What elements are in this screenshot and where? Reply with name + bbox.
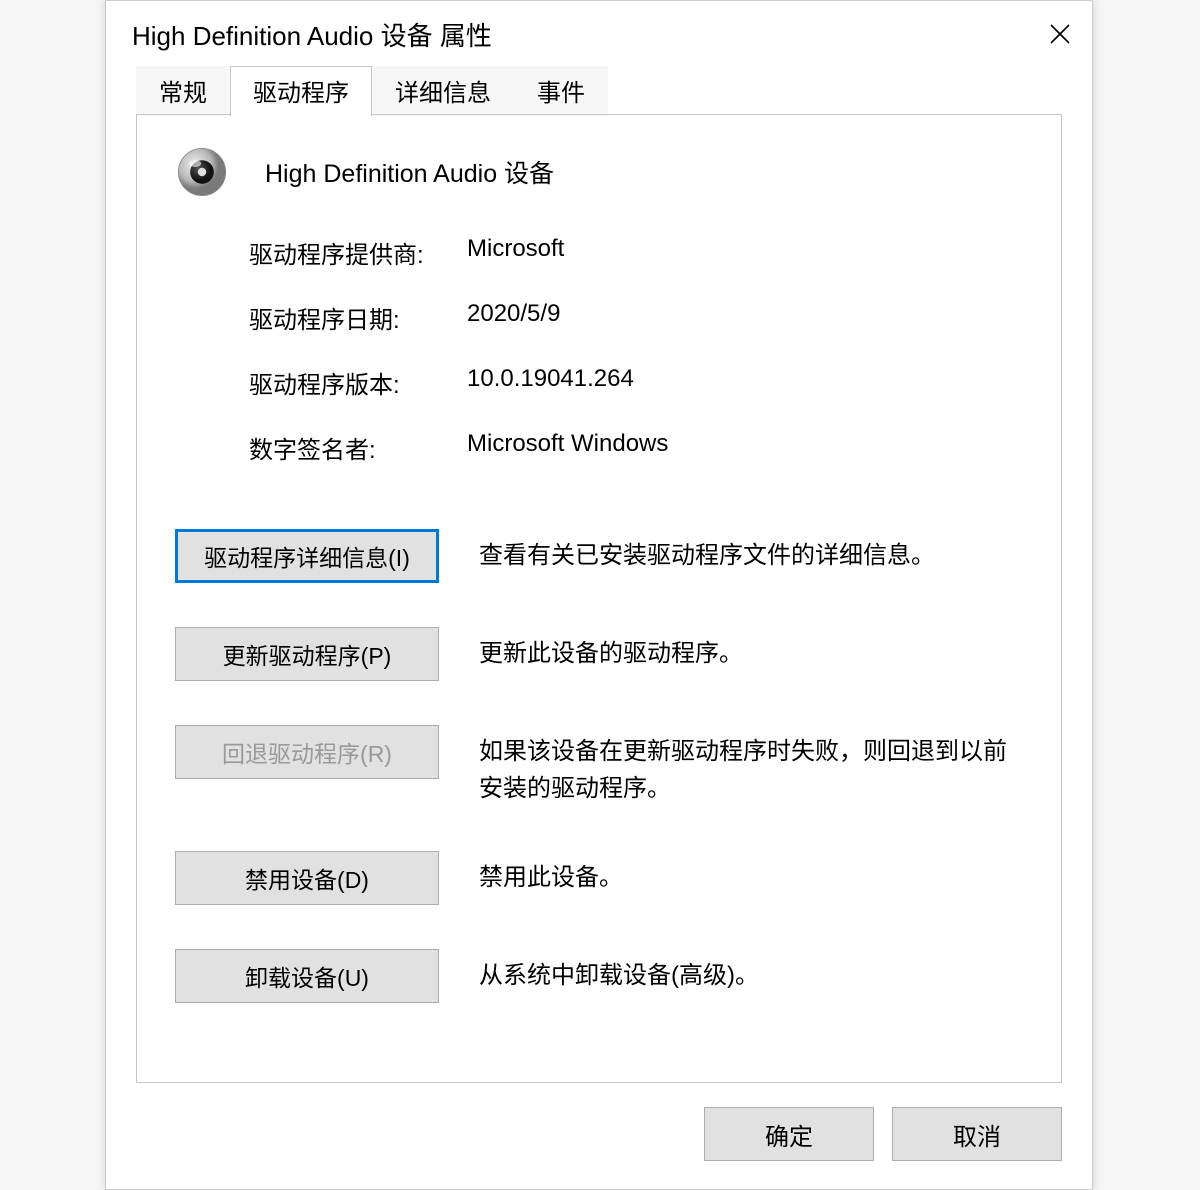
properties-dialog: High Definition Audio 设备 属性 常规 驱动程序 详细信息…: [105, 0, 1093, 1190]
version-label: 驱动程序版本:: [249, 365, 467, 400]
rollback-driver-desc: 如果该设备在更新驱动程序时失败，则回退到以前安装的驱动程序。: [479, 725, 1027, 807]
date-value: 2020/5/9: [467, 300, 1027, 335]
tab-content: High Definition Audio 设备 驱动程序提供商: Micros…: [136, 115, 1062, 1083]
device-header: High Definition Audio 设备: [175, 145, 1027, 199]
driver-info: 驱动程序提供商: Microsoft 驱动程序日期: 2020/5/9 驱动程序…: [249, 235, 1027, 495]
disable-device-button[interactable]: 禁用设备(D): [175, 851, 439, 905]
disable-device-desc: 禁用此设备。: [479, 851, 1027, 896]
tab-bar: 常规 驱动程序 详细信息 事件: [106, 67, 1092, 115]
cancel-button[interactable]: 取消: [892, 1107, 1062, 1161]
tab-details[interactable]: 详细信息: [372, 66, 514, 116]
update-driver-button[interactable]: 更新驱动程序(P): [175, 627, 439, 681]
uninstall-device-desc: 从系统中卸载设备(高级)。: [479, 949, 1027, 994]
provider-value: Microsoft: [467, 235, 1027, 270]
rollback-driver-button: 回退驱动程序(R): [175, 725, 439, 779]
speaker-icon: [175, 145, 229, 199]
signer-label: 数字签名者:: [249, 430, 467, 465]
tab-driver[interactable]: 驱动程序: [230, 66, 372, 116]
close-button[interactable]: [1028, 1, 1092, 67]
tab-general[interactable]: 常规: [136, 66, 230, 116]
tab-events[interactable]: 事件: [514, 66, 608, 116]
device-name: High Definition Audio 设备: [265, 154, 554, 190]
titlebar: High Definition Audio 设备 属性: [106, 1, 1092, 67]
provider-label: 驱动程序提供商:: [249, 235, 467, 270]
ok-button[interactable]: 确定: [704, 1107, 874, 1161]
uninstall-device-button[interactable]: 卸载设备(U): [175, 949, 439, 1003]
version-value: 10.0.19041.264: [467, 365, 1027, 400]
driver-details-button[interactable]: 驱动程序详细信息(I): [175, 529, 439, 583]
update-driver-desc: 更新此设备的驱动程序。: [479, 627, 1027, 672]
signer-value: Microsoft Windows: [467, 430, 1027, 465]
action-section: 驱动程序详细信息(I) 查看有关已安装驱动程序文件的详细信息。 更新驱动程序(P…: [175, 529, 1027, 1013]
window-title: High Definition Audio 设备 属性: [132, 16, 1028, 53]
driver-details-desc: 查看有关已安装驱动程序文件的详细信息。: [479, 529, 1027, 574]
dialog-footer: 确定 取消: [106, 1107, 1092, 1189]
date-label: 驱动程序日期:: [249, 300, 467, 335]
close-icon: [1048, 22, 1072, 46]
